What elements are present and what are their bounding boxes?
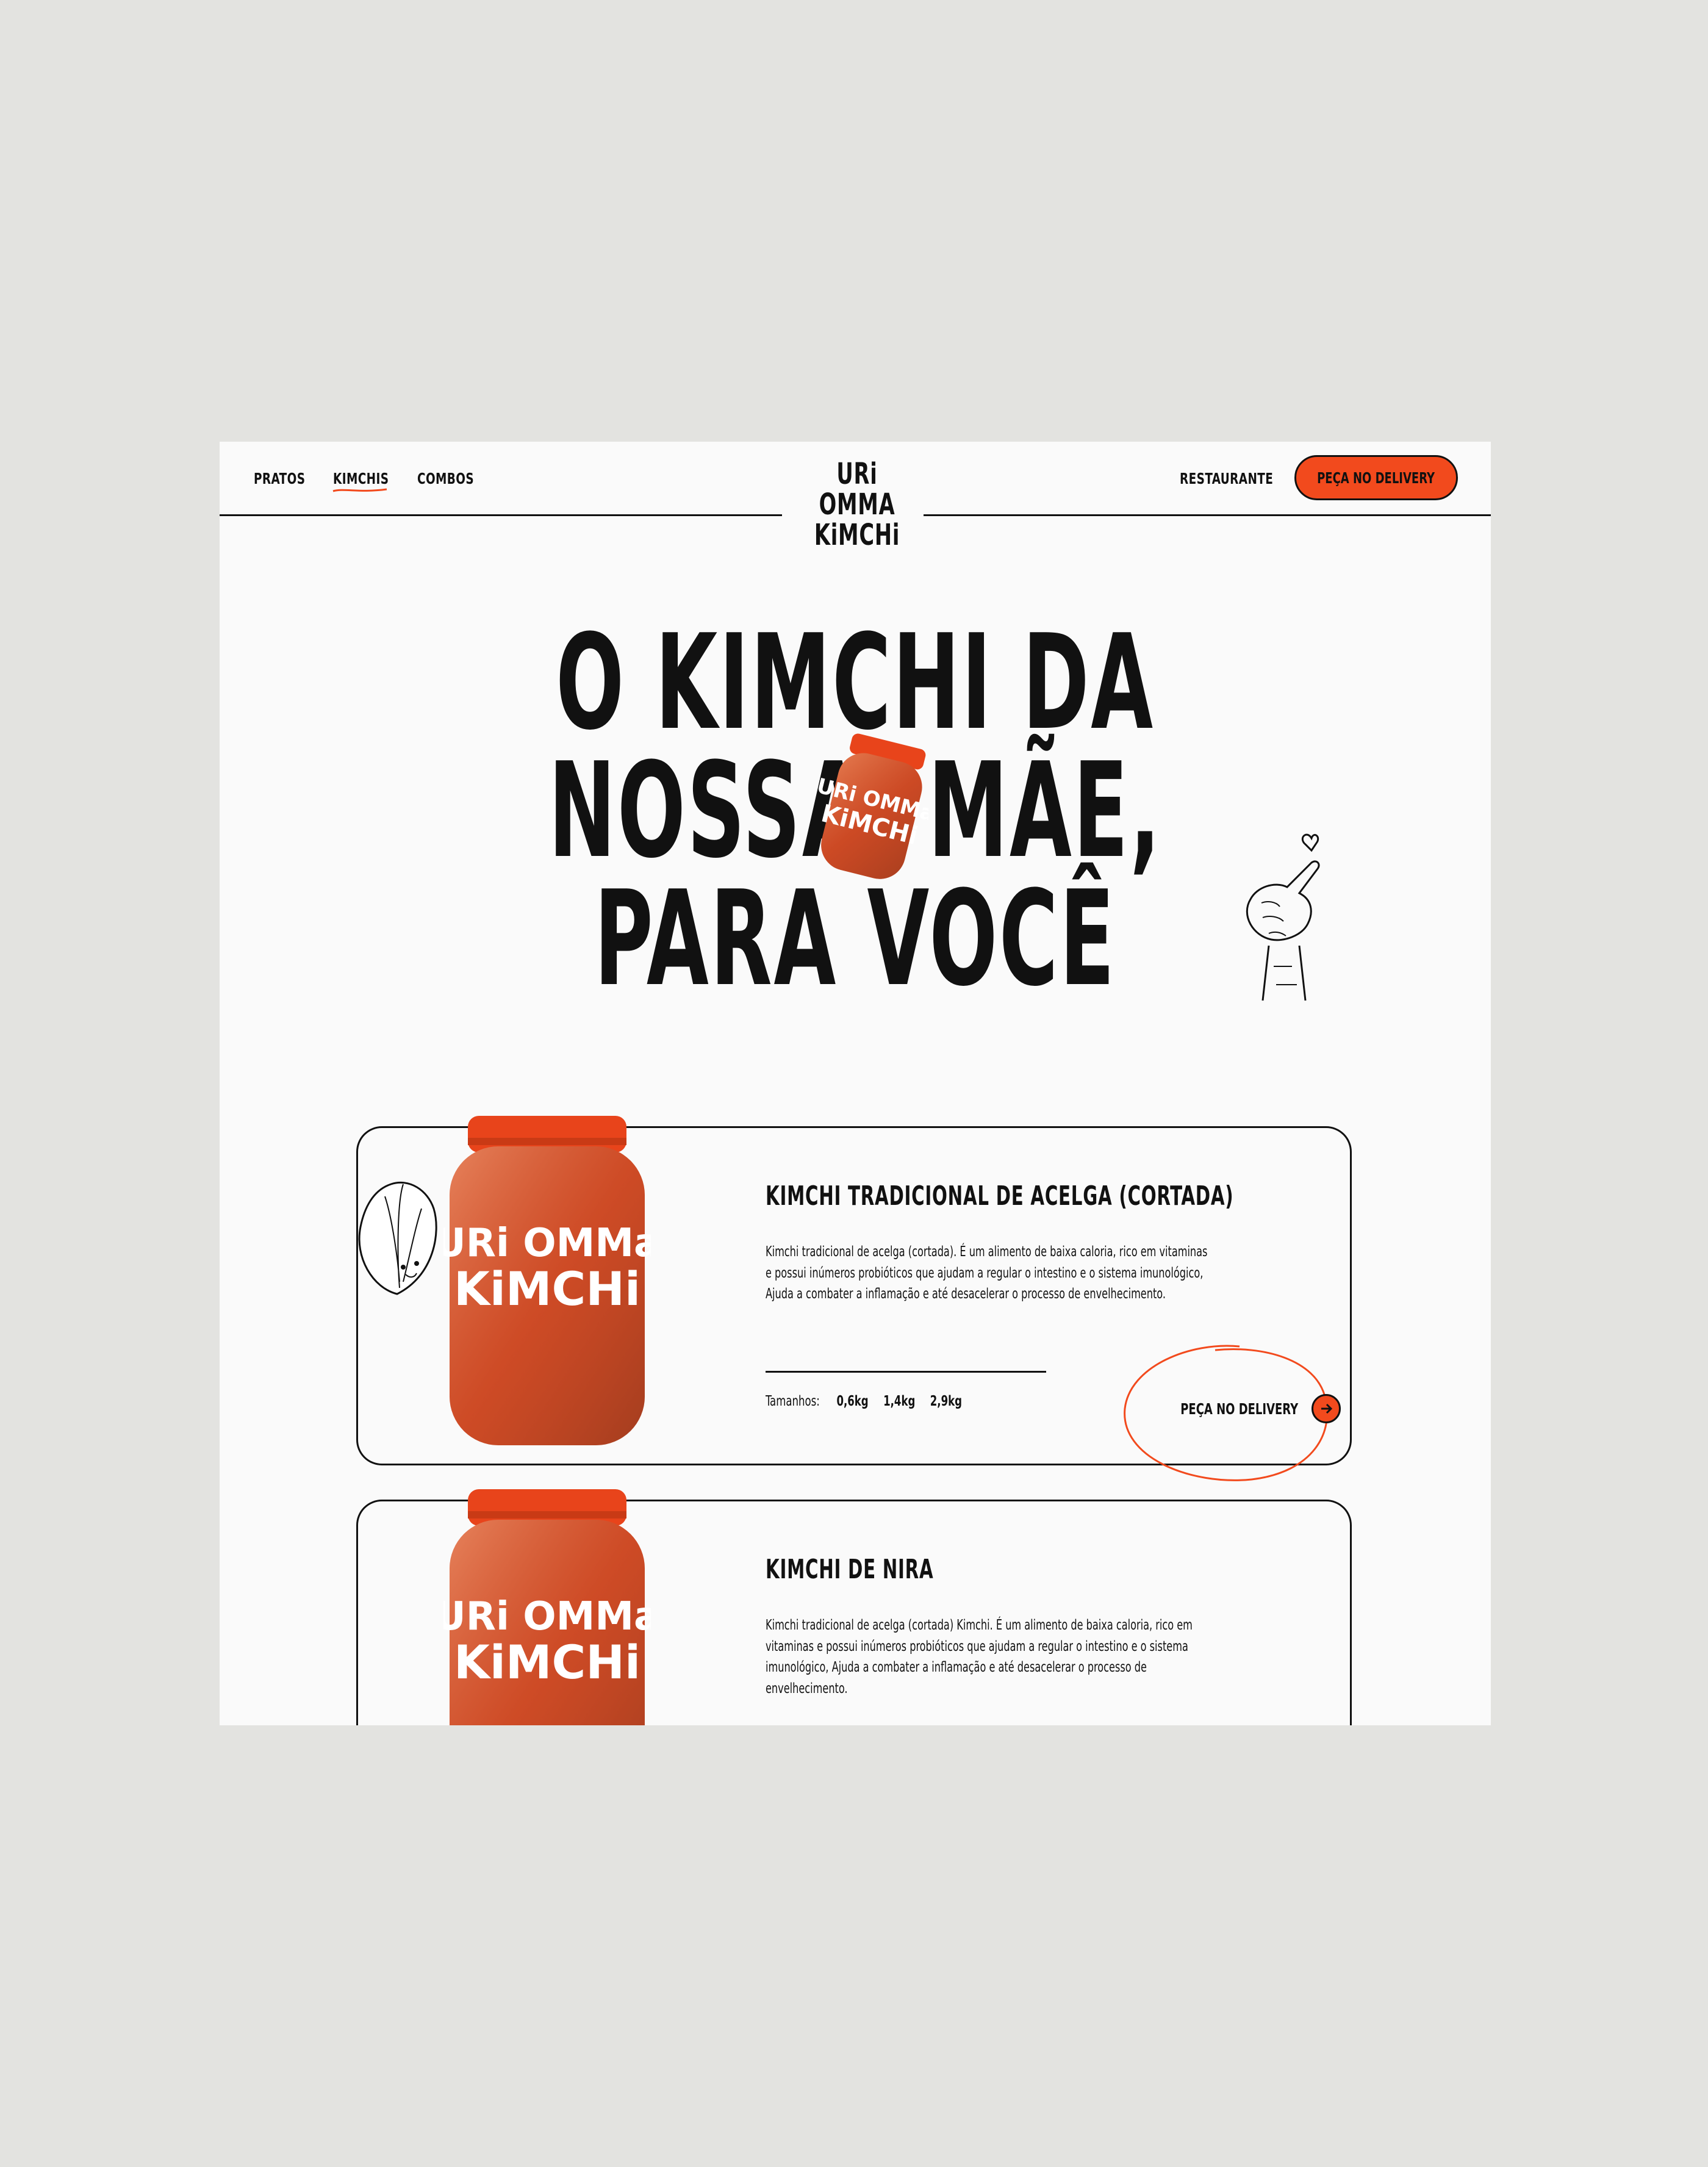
delivery-button-label: PEÇA NO DELIVERY [1317,469,1435,487]
jar-label-2: KiMCHi [454,1635,640,1689]
header-divider-left [220,514,782,516]
nav-combos[interactable]: COMBOS [417,470,474,487]
size-option[interactable]: 0,6kg [836,1393,868,1409]
product-divider [766,1371,1046,1373]
product-description: Kimchi tradicional de acelga (cortada). … [766,1244,1208,1302]
brand-logo[interactable]: URi OMMA KiMCHi [799,457,915,550]
finger-heart-hand-illustration [1246,833,1320,1001]
header-divider-right [924,514,1491,516]
product-card: URi OMMa KiMCHi KIMCHI TRADICIONAL DE AC… [356,1116,1352,1481]
nav-restaurante[interactable]: RESTAURANTE [1180,470,1273,487]
product-card: URi OMMa KiMCHi KIMCHI DE NIRA Kimchi tr… [356,1489,1352,1725]
logo-line-1: URi OMMA [819,457,895,522]
delivery-button[interactable]: PEÇA NO DELIVERY [1294,455,1458,500]
sizes-label: Tamanhos: [766,1393,820,1409]
kimchi-jar-image: URi OMMa KiMCHi [443,1116,651,1445]
product-description: Kimchi tradicional de acelga (cortada) K… [766,1617,1193,1697]
jar-label-1: URi OMMa [443,1221,651,1266]
nav-kimchis[interactable]: KIMCHIS [333,470,389,487]
jar-label-1: URi OMMa [443,1594,651,1639]
hero-line-1: O KIMCHI DA [556,606,1155,759]
product-title: KIMCHI DE NIRA [766,1554,934,1585]
product-title: KIMCHI TRADICIONAL DE ACELGA (CORTADA) [766,1181,1234,1212]
arrow-right-icon[interactable] [1312,1394,1341,1423]
cabbage-mascot-illustration [358,1181,437,1295]
nav-pratos[interactable]: PRATOS [254,470,305,487]
kimchi-jar-image: URi OMMa KiMCHi [443,1489,651,1725]
active-nav-underline [332,488,387,492]
page: PRATOS KIMCHIS COMBOS URi OMMA KiMCHi RE… [220,442,1491,1725]
jar-label-2: KiMCHi [454,1262,640,1316]
product-delivery-button[interactable]: PEÇA NO DELIVERY [1151,1394,1341,1423]
hero-line-3: PARA VOCÊ [594,862,1116,1015]
hero-jar-image: URi OMMa KiMCHi [819,733,928,879]
size-options: Tamanhos: 0,6kg 1,4kg 2,9kg [766,1393,974,1409]
size-option[interactable]: 1,4kg [883,1393,915,1409]
logo-line-2: KiMCHi [814,518,900,552]
size-option[interactable]: 2,9kg [930,1393,962,1409]
product-delivery-label: PEÇA NO DELIVERY [1180,1400,1299,1418]
